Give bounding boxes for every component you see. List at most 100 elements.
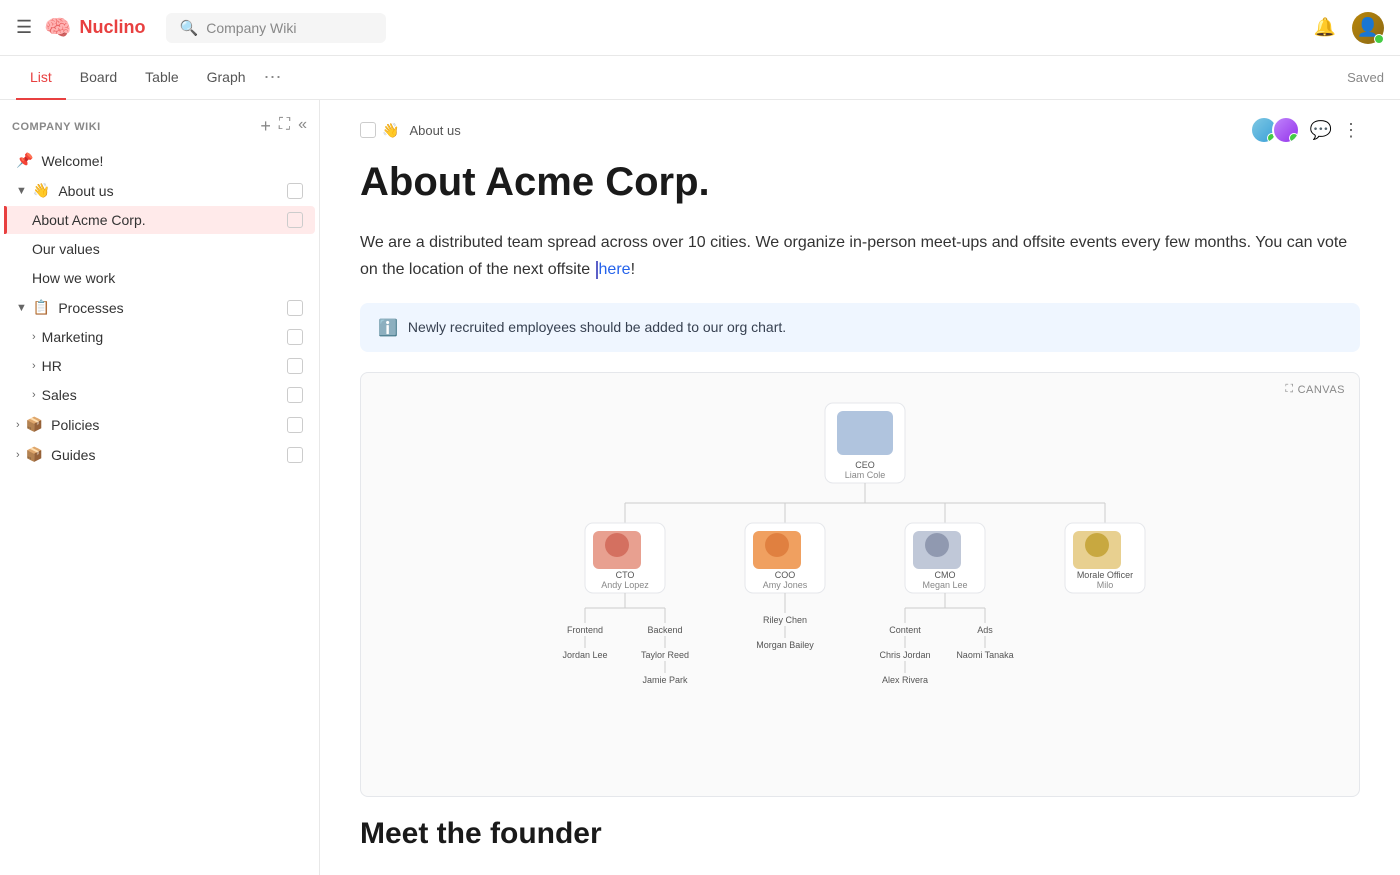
- item-checkbox[interactable]: [287, 329, 303, 345]
- sidebar-item-label: Policies: [51, 417, 287, 433]
- sidebar-item-label: Sales: [42, 387, 287, 403]
- sidebar-item-our-values[interactable]: Our values: [4, 235, 315, 263]
- breadcrumb-checkbox[interactable]: [360, 122, 376, 138]
- sidebar-item-label: Guides: [51, 447, 287, 463]
- pin-icon: 📌: [16, 152, 33, 169]
- sidebar-item-about-acme[interactable]: About Acme Corp.: [4, 206, 315, 234]
- logo-text: Nuclino: [80, 17, 146, 38]
- svg-text:Andy Lopez: Andy Lopez: [601, 580, 649, 590]
- content-header: 👋 About us 💬 ⋮: [320, 100, 1400, 152]
- search-text: Company Wiki: [206, 20, 296, 36]
- main-layout: COMPANY WIKI + ⛶ « 📌 Welcome! ▼ 👋 About …: [0, 100, 1400, 875]
- content-body: About Acme Corp. We are a distributed te…: [320, 160, 1400, 875]
- svg-text:Backend: Backend: [647, 625, 682, 635]
- item-checkbox[interactable]: [287, 417, 303, 433]
- svg-text:Milo: Milo: [1097, 580, 1114, 590]
- canvas-label-icon: ⛶: [1285, 383, 1293, 396]
- sidebar: COMPANY WIKI + ⛶ « 📌 Welcome! ▼ 👋 About …: [0, 100, 320, 875]
- sidebar-item-label: Marketing: [42, 329, 287, 345]
- svg-text:CTO: CTO: [616, 570, 635, 580]
- svg-text:Chris Jordan: Chris Jordan: [879, 650, 930, 660]
- policies-emoji: 📦: [26, 416, 43, 433]
- logo[interactable]: 🧠 Nuclino: [44, 15, 145, 41]
- about-us-emoji: 👋: [33, 182, 50, 199]
- item-checkbox[interactable]: [287, 300, 303, 316]
- here-link[interactable]: here: [599, 261, 631, 278]
- search-bar[interactable]: 🔍 Company Wiki: [166, 13, 386, 43]
- add-icon[interactable]: +: [260, 116, 271, 137]
- item-checkbox[interactable]: [287, 358, 303, 374]
- tab-graph[interactable]: Graph: [193, 56, 260, 100]
- canvas-container[interactable]: ⛶ CANVAS CEO Liam Cole: [360, 372, 1360, 797]
- sidebar-item-label: Welcome!: [41, 153, 303, 169]
- sidebar-actions: + ⛶ «: [260, 116, 307, 137]
- content-area: 👋 About us 💬 ⋮ About Acme Corp. We are a…: [320, 100, 1400, 875]
- svg-text:CEO: CEO: [855, 460, 875, 470]
- breadcrumb: 👋 About us: [360, 122, 461, 139]
- more-options-icon[interactable]: ⋮: [1342, 120, 1360, 141]
- topbar-right: 🔔 👤: [1314, 12, 1384, 44]
- sidebar-item-policies[interactable]: › 📦 Policies: [4, 410, 315, 439]
- chevron-right-icon: ›: [16, 419, 20, 431]
- canvas-label: ⛶ CANVAS: [1285, 383, 1345, 396]
- sidebar-item-hr[interactable]: › HR: [4, 352, 315, 380]
- tab-more-icon[interactable]: ⋯: [264, 67, 282, 88]
- guides-emoji: 📦: [26, 446, 43, 463]
- sidebar-item-label: About us: [58, 183, 287, 199]
- sidebar-item-label: HR: [42, 358, 287, 374]
- item-checkbox[interactable]: [287, 447, 303, 463]
- breadcrumb-emoji: 👋: [382, 122, 399, 139]
- chevron-down-icon: ▼: [16, 185, 27, 197]
- collapse-icon[interactable]: «: [298, 116, 307, 137]
- menu-icon[interactable]: ☰: [16, 17, 32, 38]
- search-icon: 🔍: [180, 19, 199, 37]
- sidebar-item-sales[interactable]: › Sales: [4, 381, 315, 409]
- tab-list[interactable]: List: [16, 56, 66, 100]
- chevron-right-icon: ›: [32, 389, 36, 401]
- saved-label: Saved: [1347, 70, 1384, 85]
- svg-text:Megan Lee: Megan Lee: [922, 580, 967, 590]
- sidebar-item-label: How we work: [32, 270, 303, 286]
- info-icon: ℹ️: [378, 318, 398, 338]
- breadcrumb-text: About us: [409, 123, 460, 138]
- item-checkbox[interactable]: [287, 387, 303, 403]
- user-avatar[interactable]: 👤: [1352, 12, 1384, 44]
- collaborator-avatars: [1250, 116, 1300, 144]
- item-checkbox[interactable]: [287, 183, 303, 199]
- topbar: ☰ 🧠 Nuclino 🔍 Company Wiki 🔔 👤: [0, 0, 1400, 56]
- svg-text:Amy Jones: Amy Jones: [763, 580, 808, 590]
- expand-icon[interactable]: ⛶: [279, 116, 290, 137]
- sidebar-item-label: Our values: [32, 241, 303, 257]
- comment-icon[interactable]: 💬: [1310, 120, 1332, 141]
- sidebar-header: COMPANY WIKI + ⛶ «: [0, 108, 319, 145]
- tabbar: List Board Table Graph ⋯ Saved: [0, 56, 1400, 100]
- sidebar-item-marketing[interactable]: › Marketing: [4, 323, 315, 351]
- chevron-right-icon: ›: [32, 360, 36, 372]
- tab-board[interactable]: Board: [66, 56, 131, 100]
- info-text: Newly recruited employees should be adde…: [408, 317, 786, 338]
- sidebar-item-guides[interactable]: › 📦 Guides: [4, 440, 315, 469]
- brain-icon: 🧠: [44, 15, 71, 41]
- sidebar-title: COMPANY WIKI: [12, 121, 260, 133]
- sidebar-item-label: Processes: [58, 300, 287, 316]
- text-cursor: [596, 261, 598, 279]
- svg-text:Taylor Reed: Taylor Reed: [641, 650, 689, 660]
- section-meet-founder: Meet the founder: [360, 817, 1360, 851]
- chevron-right-icon: ›: [16, 449, 20, 461]
- sidebar-item-about-us[interactable]: ▼ 👋 About us: [4, 176, 315, 205]
- item-checkbox[interactable]: [287, 212, 303, 228]
- svg-text:CMO: CMO: [935, 570, 956, 580]
- processes-emoji: 📋: [33, 299, 50, 316]
- svg-text:Naomi Tanaka: Naomi Tanaka: [956, 650, 1013, 660]
- org-chart-svg: CEO Liam Cole CTO Andy Lopez: [381, 393, 1339, 773]
- svg-text:COO: COO: [775, 570, 796, 580]
- sidebar-item-processes[interactable]: ▼ 📋 Processes: [4, 293, 315, 322]
- page-title: About Acme Corp.: [360, 160, 1360, 205]
- sidebar-item-how-we-work[interactable]: How we work: [4, 264, 315, 292]
- tab-table[interactable]: Table: [131, 56, 192, 100]
- sidebar-item-welcome[interactable]: 📌 Welcome!: [4, 146, 315, 175]
- svg-text:Morale Officer: Morale Officer: [1077, 570, 1133, 580]
- chevron-down-icon: ▼: [16, 302, 27, 314]
- notification-icon[interactable]: 🔔: [1314, 17, 1336, 38]
- svg-text:Morgan Bailey: Morgan Bailey: [756, 640, 814, 650]
